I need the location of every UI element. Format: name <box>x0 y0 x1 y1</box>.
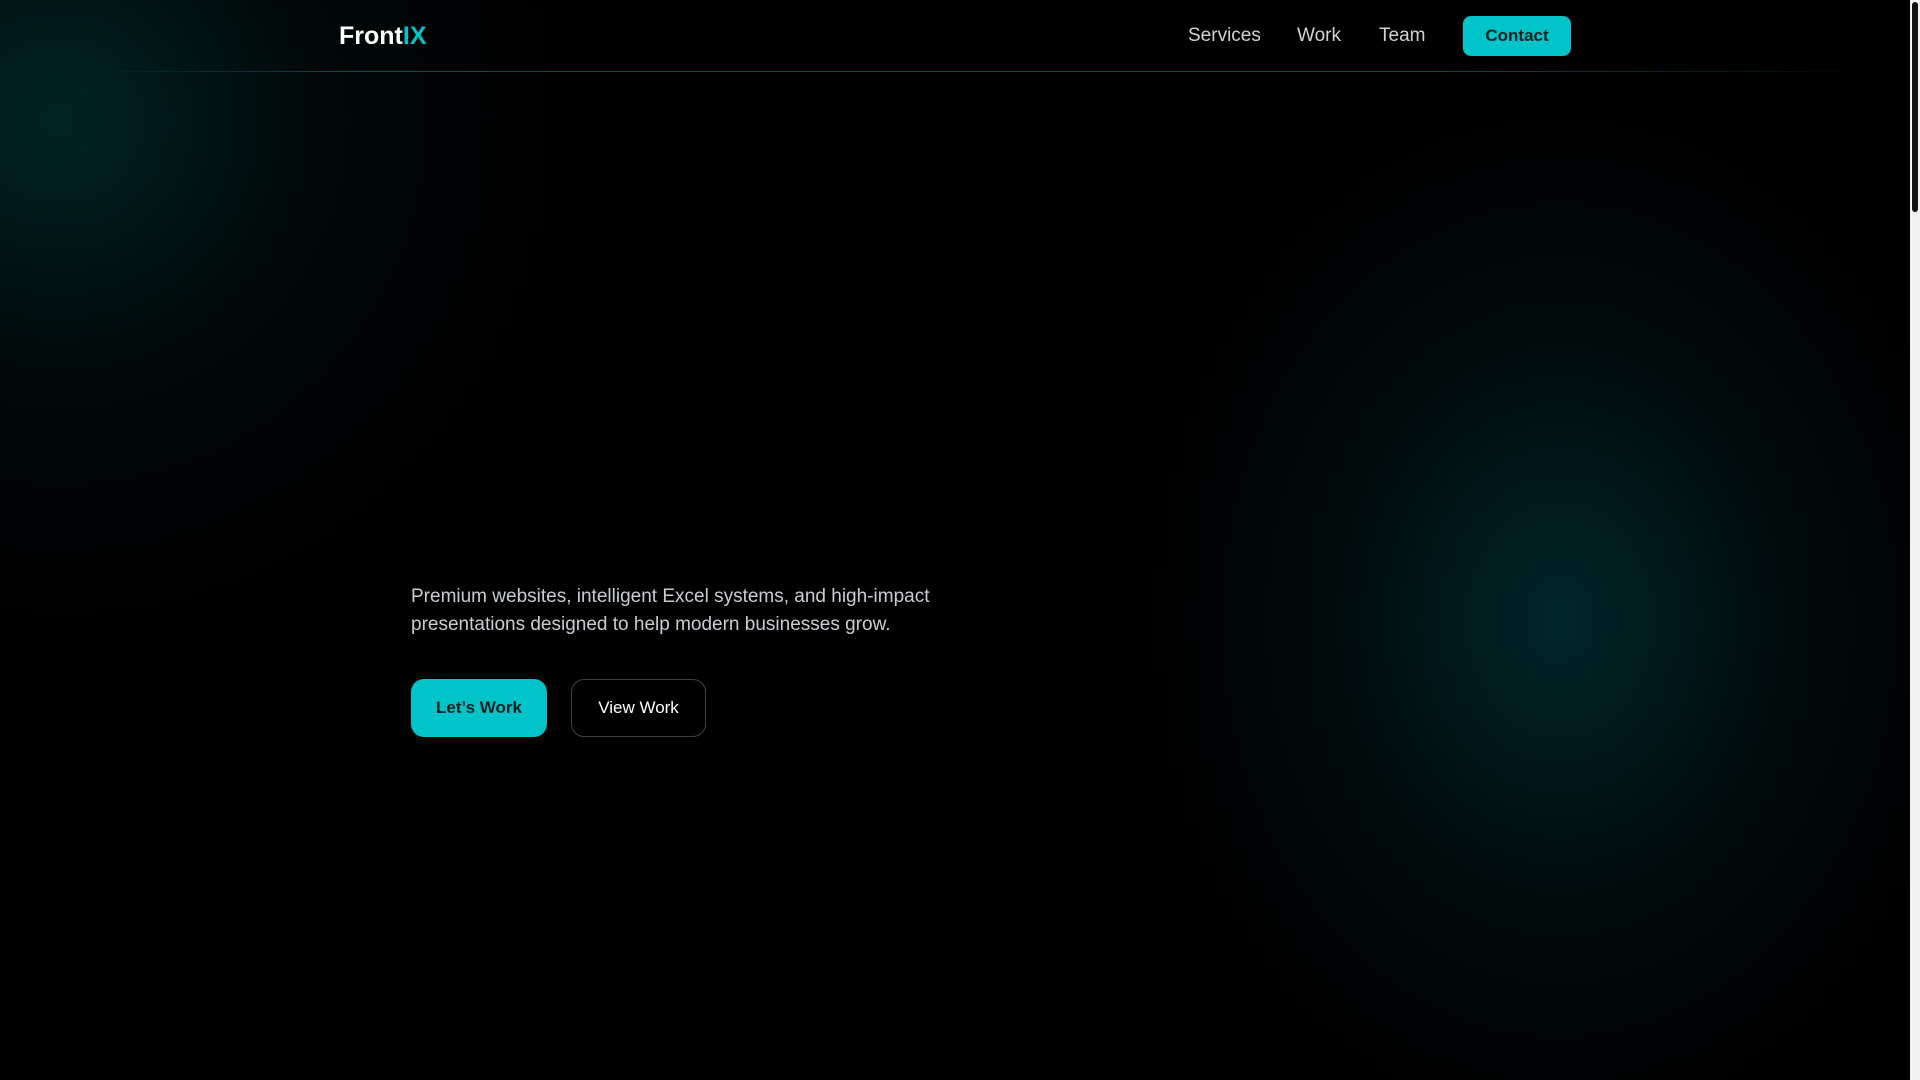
logo-main: Front <box>339 22 403 50</box>
site-header: FrontIX Services Work Team Contact <box>0 0 1910 72</box>
scrollbar-thumb[interactable] <box>1912 2 1918 212</box>
nav-services[interactable]: Services <box>1188 25 1261 47</box>
contact-button[interactable]: Contact <box>1463 16 1571 56</box>
background-glow <box>0 0 1910 1080</box>
view-work-button[interactable]: View Work <box>571 679 706 737</box>
hero-description: Premium websites, intelligent Excel syst… <box>411 586 930 635</box>
header-divider <box>90 71 1870 72</box>
logo-accent: IX <box>402 22 427 50</box>
nav-work[interactable]: Work <box>1297 25 1341 47</box>
nav-team[interactable]: Team <box>1379 25 1425 47</box>
logo[interactable]: FrontIX <box>339 22 427 51</box>
scrollbar[interactable] <box>1910 0 1920 1080</box>
lets-work-button[interactable]: Let’s Work <box>411 679 547 737</box>
